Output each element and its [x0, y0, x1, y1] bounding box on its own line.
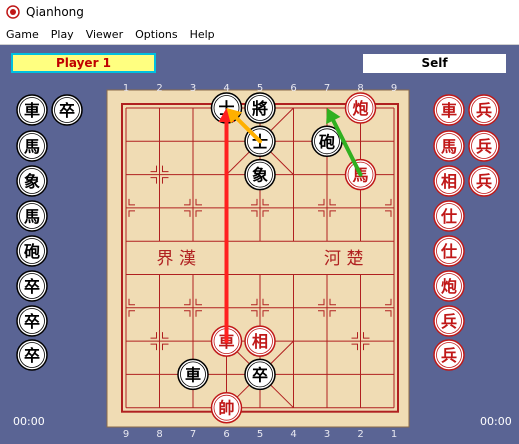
file-label-bottom: 4 — [290, 429, 296, 440]
file-label-bottom: 5 — [257, 429, 263, 440]
file-label-bottom: 6 — [223, 429, 229, 440]
file-label-top: 3 — [190, 83, 196, 94]
board-piece-black-label: 砲 — [319, 132, 335, 151]
board-piece-black-label: 將 — [252, 99, 268, 118]
captured-piece-left-label: 卒 — [59, 101, 75, 120]
file-label-top: 6 — [290, 83, 296, 94]
captured-piece-right-label: 兵 — [441, 312, 457, 331]
file-label-bottom: 9 — [123, 429, 129, 440]
captured-piece-right-label: 兵 — [476, 101, 492, 120]
captured-piece-left-label: 車 — [24, 101, 40, 120]
file-label-bottom: 7 — [190, 429, 196, 440]
board-piece-black-label: 象 — [252, 166, 268, 185]
captured-piece-left-label: 象 — [24, 172, 40, 191]
file-label-top: 9 — [391, 83, 397, 94]
captured-piece-left-label: 卒 — [24, 312, 40, 331]
captured-piece-right-label: 相 — [441, 172, 457, 191]
captured-piece-left-label: 卒 — [24, 277, 40, 296]
captured-piece-left-label: 馬 — [24, 137, 40, 156]
file-label-bottom: 1 — [391, 429, 397, 440]
board-piece-red-label: 炮 — [352, 99, 368, 118]
captured-piece-left-label: 砲 — [24, 242, 40, 261]
xiangqi-board[interactable]: 界 漢河 楚123456789987654321士將炮士砲象馬車相車卒帥車卒馬象… — [0, 0, 519, 444]
file-label-bottom: 3 — [324, 429, 330, 440]
river-text-right: 河 楚 — [324, 249, 363, 269]
captured-piece-left-label: 卒 — [24, 346, 40, 365]
file-label-bottom: 2 — [357, 429, 363, 440]
board-piece-red-label: 帥 — [218, 399, 234, 418]
captured-piece-right-label: 炮 — [441, 277, 457, 296]
captured-piece-right-label: 車 — [441, 101, 457, 120]
board-piece-black-label: 卒 — [252, 365, 268, 384]
captured-piece-right-label: 馬 — [441, 137, 457, 156]
river-text-left: 界 漢 — [157, 249, 196, 269]
board-piece-black-label: 車 — [185, 365, 201, 384]
captured-piece-right-label: 仕 — [440, 207, 457, 226]
captured-piece-right-label: 兵 — [476, 137, 492, 156]
captured-piece-right-label: 兵 — [476, 172, 492, 191]
captured-piece-left-label: 馬 — [24, 207, 40, 226]
file-label-bottom: 8 — [156, 429, 162, 440]
captured-piece-right-label: 仕 — [440, 242, 457, 261]
captured-piece-right-label: 兵 — [441, 346, 457, 365]
file-label-top: 2 — [156, 83, 162, 94]
board-piece-red-label: 相 — [252, 332, 268, 351]
file-label-top: 7 — [324, 83, 330, 94]
file-label-top: 1 — [123, 83, 129, 94]
